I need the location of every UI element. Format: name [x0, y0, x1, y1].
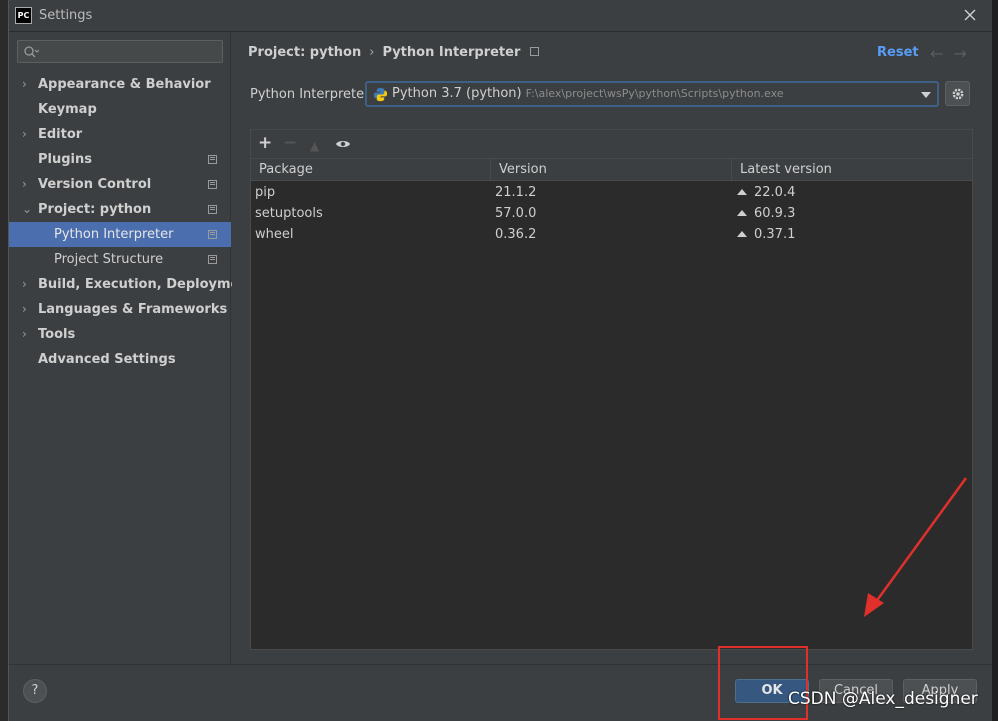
project-settings-icon: [208, 230, 217, 239]
package-version: 57.0.0: [495, 206, 537, 221]
remove-package-button[interactable]: −: [283, 134, 297, 152]
interpreter-label: Python Interpreter:: [250, 87, 374, 102]
package-version: 0.36.2: [495, 227, 537, 242]
packages-table-body: pip 21.1.2 22.0.4 setuptools 57.0.0 60.9…: [251, 182, 972, 245]
interpreter-name: Python 3.7 (python): [392, 86, 522, 101]
breadcrumb: Project: python › Python Interpreter: [248, 45, 540, 60]
sidebar-item-tools[interactable]: › Tools: [9, 322, 231, 347]
upgrade-available-icon: [737, 210, 747, 216]
sidebar-item-label: Project: python: [38, 202, 152, 217]
sidebar-item-appearance-behavior[interactable]: › Appearance & Behavior: [9, 72, 231, 97]
interpreter-settings-button[interactable]: [945, 81, 970, 106]
table-row[interactable]: wheel 0.36.2 0.37.1: [251, 224, 972, 245]
sidebar-item-plugins[interactable]: Plugins: [9, 147, 231, 172]
upgrade-available-icon: [737, 231, 747, 237]
settings-sidebar: › Appearance & Behavior Keymap › Editor …: [9, 32, 255, 664]
interpreter-value: Python 3.7 (python) F:\alex\project\wsPy\…: [392, 86, 784, 101]
gear-icon: [952, 88, 964, 100]
chevron-down-icon: ⌄: [22, 202, 33, 216]
package-name: pip: [255, 185, 276, 200]
column-header-version[interactable]: Version: [491, 159, 732, 180]
watermark: CSDN @Alex_designer: [788, 689, 978, 709]
sidebar-item-advanced-settings[interactable]: Advanced Settings: [9, 347, 231, 372]
project-settings-icon: [208, 205, 217, 214]
eye-icon: [336, 141, 350, 147]
back-arrow-icon[interactable]: ←: [930, 44, 953, 63]
chevron-right-icon: ›: [22, 277, 27, 291]
package-name: setuptools: [255, 206, 323, 221]
chevron-right-icon: ›: [22, 177, 27, 191]
forward-arrow-icon[interactable]: →: [953, 44, 976, 63]
sidebar-item-label: Version Control: [38, 177, 152, 192]
latest-version-value: 22.0.4: [754, 185, 796, 200]
breadcrumb-project: Project: python: [248, 45, 362, 60]
history-navigation: ←→: [930, 44, 977, 63]
interpreter-path: F:\alex\project\wsPy\python\Scripts\pyth…: [525, 87, 784, 100]
background-window-edge: [992, 0, 998, 721]
upgrade-available-icon: [737, 189, 747, 195]
sidebar-item-label: Editor: [38, 127, 83, 142]
python-logo-icon: [373, 87, 388, 102]
sidebar-item-project-structure[interactable]: Project Structure: [9, 247, 231, 272]
page-title: Python Interpreter: [382, 45, 521, 60]
annotation-arrow-icon: [864, 477, 968, 617]
close-icon[interactable]: [961, 6, 979, 24]
chevron-right-icon: ›: [22, 327, 27, 341]
table-row[interactable]: setuptools 57.0.0 60.9.3: [251, 203, 972, 224]
packages-table-header: Package Version Latest version: [251, 158, 972, 181]
chevron-down-icon: [921, 92, 931, 98]
settings-nav: › Appearance & Behavior Keymap › Editor …: [9, 72, 255, 372]
sidebar-item-version-control[interactable]: › Version Control: [9, 172, 231, 197]
packages-toolbar: + − ▲: [251, 130, 972, 158]
sidebar-item-label: Appearance & Behavior: [38, 77, 211, 92]
column-header-package[interactable]: Package: [251, 159, 491, 180]
project-settings-icon: [208, 255, 217, 264]
sidebar-item-languages-frameworks[interactable]: › Languages & Frameworks: [9, 297, 231, 322]
reset-link[interactable]: Reset: [877, 45, 919, 60]
package-latest: 22.0.4: [737, 182, 795, 203]
package-latest: 0.37.1: [737, 224, 795, 245]
latest-version-value: 60.9.3: [754, 206, 796, 221]
sidebar-item-keymap[interactable]: Keymap: [9, 97, 231, 122]
chevron-right-icon: ›: [22, 127, 27, 141]
breadcrumb-separator: ›: [369, 45, 375, 60]
sidebar-item-label: Plugins: [38, 152, 92, 167]
sidebar-item-python-interpreter[interactable]: Python Interpreter: [9, 222, 231, 247]
chevron-right-icon: ›: [22, 302, 27, 316]
sidebar-item-project-python[interactable]: ⌄ Project: python: [9, 197, 231, 222]
pycharm-icon: PC: [15, 7, 32, 24]
upgrade-package-button[interactable]: ▲: [310, 137, 319, 155]
title-bar: PC Settings: [9, 0, 993, 32]
help-button[interactable]: ?: [23, 679, 47, 703]
package-name: wheel: [255, 227, 294, 242]
window-title: Settings: [39, 8, 93, 23]
sidebar-item-label: Languages & Frameworks: [38, 302, 228, 317]
project-settings-icon: [208, 180, 217, 189]
package-latest: 60.9.3: [737, 203, 795, 224]
latest-version-value: 0.37.1: [754, 227, 796, 242]
sidebar-item-label: Advanced Settings: [38, 352, 176, 367]
sidebar-item-label: Python Interpreter: [54, 227, 174, 242]
settings-dialog: PC Settings › Appearance & Behavior Keym…: [8, 0, 993, 721]
sidebar-item-label: Keymap: [38, 102, 97, 117]
show-latest-versions-button[interactable]: [335, 136, 351, 154]
table-row[interactable]: pip 21.1.2 22.0.4: [251, 182, 972, 203]
sidebar-item-label: Project Structure: [54, 252, 164, 267]
search-input[interactable]: [17, 40, 223, 63]
chevron-right-icon: ›: [22, 77, 27, 91]
sidebar-item-editor[interactable]: › Editor: [9, 122, 231, 147]
search-icon: [24, 46, 39, 58]
project-settings-icon: [208, 155, 217, 164]
sidebar-item-build-execution-deployment[interactable]: › Build, Execution, Deployment: [9, 272, 255, 297]
add-package-button[interactable]: +: [258, 134, 272, 152]
package-version: 21.1.2: [495, 185, 537, 200]
column-header-latest-version[interactable]: Latest version: [732, 159, 972, 180]
project-settings-icon: [530, 47, 540, 56]
interpreter-dropdown[interactable]: Python 3.7 (python) F:\alex\project\wsPy\…: [365, 81, 939, 107]
sidebar-item-label: Build, Execution, Deployment: [38, 277, 255, 292]
sidebar-item-label: Tools: [38, 327, 76, 342]
